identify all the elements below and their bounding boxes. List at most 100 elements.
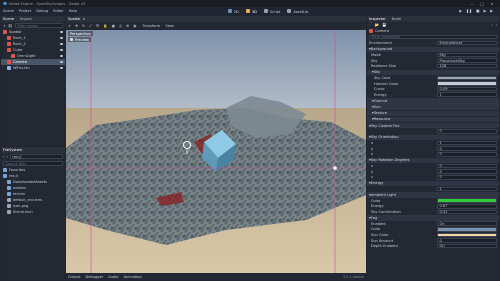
scene-node-wenv-tsh[interactable]: WEnv.tsh bbox=[1, 65, 65, 71]
close-tab-icon[interactable]: × bbox=[82, 17, 85, 21]
property-value[interactable]: 0 bbox=[437, 169, 497, 174]
tab-spatial[interactable]: Spatial bbox=[68, 17, 80, 21]
property-label: Sky bbox=[371, 58, 378, 63]
close-button[interactable]: × bbox=[487, 2, 497, 6]
select-tool-icon[interactable]: ➤ bbox=[68, 24, 71, 28]
new-resource-icon[interactable]: 🗋 bbox=[369, 22, 372, 28]
section-sun[interactable]: ▾ Sun bbox=[367, 104, 499, 110]
visibility-icon[interactable] bbox=[59, 48, 63, 52]
folder-icon bbox=[7, 186, 11, 190]
file-item[interactable]: Scene.tscn bbox=[1, 209, 65, 215]
tab-import[interactable]: Import bbox=[20, 17, 32, 21]
tab-animation[interactable]: Animation bbox=[124, 275, 142, 279]
list-tool-icon[interactable]: ☰ bbox=[96, 24, 99, 28]
rotate-tool-icon[interactable]: ↻ bbox=[82, 24, 85, 28]
search-files-input[interactable]: Search files bbox=[3, 161, 63, 166]
visibility-icon[interactable] bbox=[59, 66, 63, 70]
tab-debugger[interactable]: Debugger bbox=[85, 275, 103, 279]
property-value[interactable]: 0 bbox=[437, 174, 497, 180]
lock-icon[interactable]: 🔒 bbox=[103, 24, 107, 28]
save-resource-icon[interactable]: 💾 bbox=[382, 23, 386, 27]
play-icon[interactable]: ▶ bbox=[459, 9, 462, 13]
open-resource-icon[interactable]: 📂 bbox=[375, 23, 379, 27]
property-value[interactable]: 0 bbox=[437, 238, 497, 243]
property-value[interactable]: 0 bbox=[437, 151, 497, 157]
property-value[interactable]: ProceduralSky bbox=[437, 58, 497, 63]
group-icon[interactable]: ▣ bbox=[112, 24, 115, 28]
filter-nodes-input[interactable]: Filter nodes bbox=[14, 23, 63, 28]
play-scene-icon[interactable]: ▶ bbox=[483, 9, 486, 13]
tab-output[interactable]: Output bbox=[68, 275, 80, 279]
property-value[interactable]: On bbox=[437, 221, 497, 227]
play-custom-icon[interactable]: ▶ bbox=[490, 9, 493, 13]
property-value[interactable]: 0 bbox=[437, 146, 497, 151]
property-value[interactable] bbox=[437, 75, 497, 81]
property-value[interactable]: 128 bbox=[437, 63, 497, 69]
filesystem-tree: Favorites res:// DownloadedAssets addons ter… bbox=[1, 167, 65, 215]
history-forward-icon[interactable]: › bbox=[496, 23, 497, 27]
property-value[interactable]: 1 bbox=[437, 92, 497, 98]
property-value[interactable]: 0 bbox=[437, 128, 497, 134]
menu-debug[interactable]: Debug bbox=[36, 9, 48, 13]
link-icon[interactable]: ⛓ bbox=[8, 24, 13, 28]
move-tool-icon[interactable]: ✥ bbox=[75, 24, 78, 28]
camera-icon[interactable]: ◉ bbox=[133, 24, 136, 28]
file-label: terrain bbox=[13, 192, 25, 196]
file-label: DownloadedAssets bbox=[13, 180, 48, 184]
tab-node[interactable]: Node bbox=[392, 17, 401, 21]
perspective-button[interactable]: Perspective bbox=[68, 31, 93, 36]
workspace-3d[interactable]: 3D bbox=[245, 8, 257, 14]
file-icon bbox=[7, 198, 11, 202]
property-value[interactable] bbox=[437, 81, 497, 86]
local-space-icon[interactable]: ◎ bbox=[119, 24, 122, 28]
section-texture[interactable]: ▾ Texture bbox=[367, 110, 499, 117]
preview-checkbox[interactable]: Preview bbox=[68, 37, 91, 42]
property-value[interactable]: 0 bbox=[437, 163, 497, 169]
environment-label: Environment bbox=[369, 41, 392, 45]
section-ground[interactable]: ▾ Ground bbox=[367, 98, 499, 104]
workspace-assetlib[interactable]: AssetLib bbox=[287, 8, 308, 14]
property-value[interactable]: On bbox=[437, 243, 497, 249]
property-value[interactable]: 0.09 bbox=[437, 86, 497, 92]
visibility-icon[interactable] bbox=[59, 60, 63, 64]
back-icon[interactable]: ‹ bbox=[3, 155, 4, 159]
maximize-button[interactable]: □ bbox=[477, 2, 487, 6]
forward-icon[interactable]: › bbox=[6, 155, 7, 159]
view-menu[interactable]: View bbox=[165, 24, 174, 28]
path-field[interactable]: res:// bbox=[9, 154, 63, 159]
section-resource[interactable]: ▾ Resource bbox=[367, 116, 499, 123]
visibility-icon[interactable] bbox=[59, 54, 63, 58]
menu-editor[interactable]: Editor bbox=[53, 9, 64, 13]
property-value[interactable]: 0.31 bbox=[437, 209, 497, 215]
workspace-script[interactable]: Script bbox=[263, 8, 280, 14]
history-back-icon[interactable]: ‹ bbox=[491, 23, 492, 27]
workspace-2d[interactable]: 2D bbox=[227, 8, 239, 14]
property-value[interactable] bbox=[437, 232, 497, 238]
property-value[interactable]: 1 bbox=[437, 186, 497, 192]
snap-icon[interactable]: ⊞ bbox=[126, 24, 129, 28]
filter-properties-input[interactable]: Filter properties bbox=[369, 34, 497, 40]
3d-viewport[interactable]: Perspective Preview bbox=[66, 30, 366, 273]
scale-tool-icon[interactable]: ⤢ bbox=[89, 24, 92, 28]
property-row: Sun Amount 0 bbox=[367, 238, 499, 244]
minimize-button[interactable]: – bbox=[467, 2, 477, 6]
environment-resource[interactable]: Environment bbox=[437, 40, 497, 46]
tab-inspector[interactable]: Inspector bbox=[369, 17, 386, 21]
pause-icon[interactable]: ❚❚ bbox=[466, 9, 472, 13]
property-value[interactable] bbox=[437, 198, 497, 204]
menu-scene[interactable]: Scene bbox=[3, 9, 14, 13]
menu-help[interactable]: Help bbox=[69, 9, 77, 13]
stop-icon[interactable]: ■ bbox=[476, 9, 479, 13]
visibility-icon[interactable] bbox=[59, 42, 63, 46]
property-value[interactable] bbox=[437, 227, 497, 232]
visibility-icon[interactable] bbox=[59, 36, 63, 40]
tab-audio[interactable]: Audio bbox=[108, 275, 118, 279]
transform-menu[interactable]: Transform bbox=[142, 24, 160, 28]
menu-project[interactable]: Project bbox=[19, 9, 31, 13]
visibility-icon[interactable] bbox=[59, 30, 63, 34]
property-value[interactable]: Sky bbox=[437, 52, 497, 58]
property-value[interactable]: 0.67 bbox=[437, 204, 497, 209]
tab-scene[interactable]: Scene bbox=[3, 17, 14, 21]
add-node-icon[interactable]: + bbox=[3, 24, 6, 28]
property-value[interactable]: 1 bbox=[437, 140, 497, 146]
